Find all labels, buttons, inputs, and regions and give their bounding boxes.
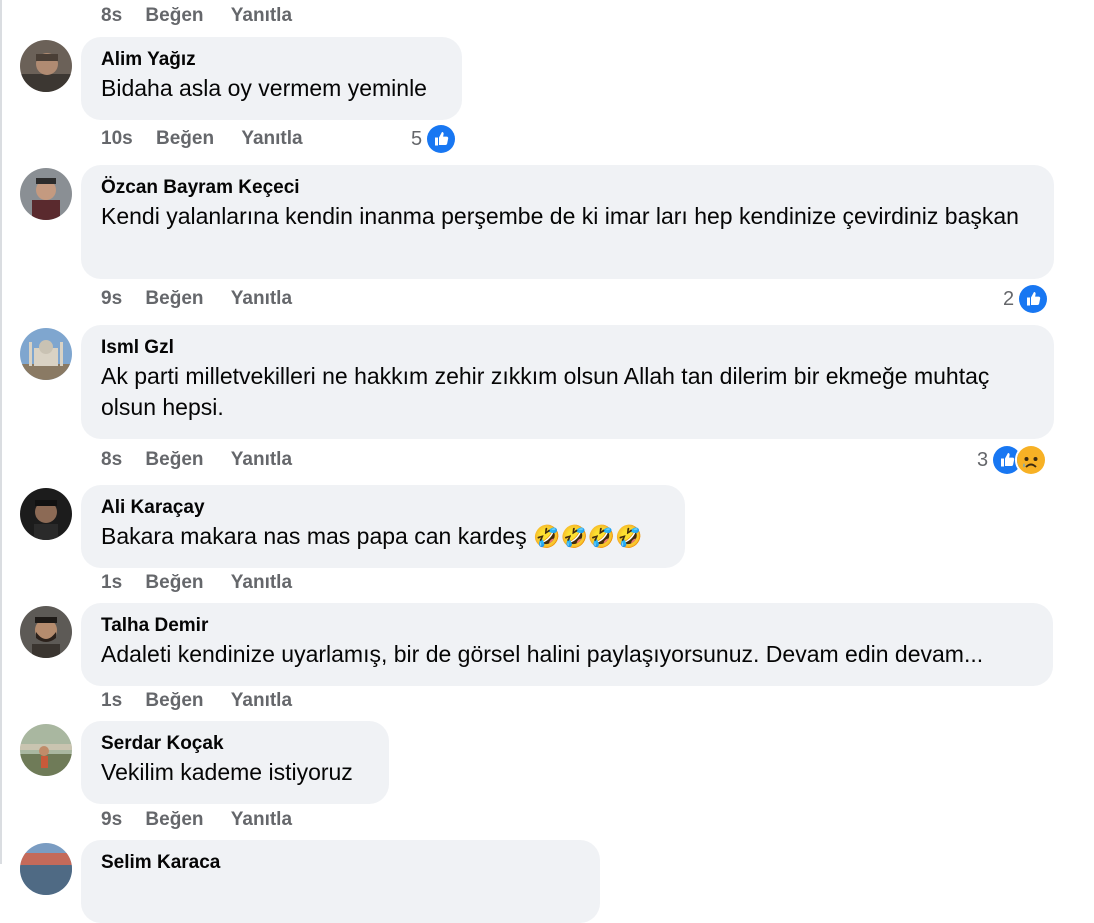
avatar[interactable] <box>20 168 72 220</box>
like-action[interactable]: Beğen <box>145 808 203 832</box>
like-icon <box>1017 283 1050 315</box>
comment-text: Bidaha asla oy vermem yeminle <box>101 75 427 101</box>
reaction-summary[interactable]: 3 <box>977 444 1048 476</box>
reply-action[interactable]: Yanıtla <box>231 689 292 713</box>
reaction-summary[interactable]: 2 <box>1003 283 1050 315</box>
comment-time[interactable]: 1s <box>101 571 122 595</box>
comment-time[interactable]: 10s <box>101 127 133 151</box>
reply-action[interactable]: Yanıtla <box>231 571 292 595</box>
comment-time[interactable]: 8s <box>101 448 122 472</box>
comment-bubble: Ali Karaçay Bakara makara nas mas papa c… <box>81 485 685 568</box>
comment-bubble: Serdar Koçak Vekilim kademe istiyoruz <box>81 721 389 804</box>
comment-time[interactable]: 9s <box>101 287 122 311</box>
comment-meta-top: 8s Beğen Yanıtla <box>101 4 314 28</box>
like-icon <box>425 123 458 155</box>
comment-time[interactable]: 1s <box>101 689 122 713</box>
comment-text: Vekilim kademe istiyoruz <box>101 759 353 785</box>
comment-time[interactable]: 9s <box>101 808 122 832</box>
reaction-count: 3 <box>977 448 989 471</box>
comment-author[interactable]: Alim Yağız <box>101 48 442 72</box>
comment-bubble: Isml Gzl Ak parti milletvekilleri ne hak… <box>81 325 1054 439</box>
comment-author[interactable]: Serdar Koçak <box>101 732 369 756</box>
reply-action[interactable]: Yanıtla <box>231 808 292 832</box>
sad-icon <box>1015 444 1048 476</box>
comment-meta: 1s Beğen Yanıtla <box>101 571 314 595</box>
like-action[interactable]: Beğen <box>145 448 203 472</box>
reaction-summary[interactable]: 5 <box>411 123 458 155</box>
comment-bubble: Selim Karaca <box>81 840 600 923</box>
comment-time[interactable]: 8s <box>101 4 122 28</box>
comment-meta: 8s Beğen Yanıtla <box>101 448 314 472</box>
comment-text-row: Bakara makara nas mas papa can kardeş 🤣🤣… <box>101 521 665 552</box>
avatar[interactable] <box>20 328 72 380</box>
avatar[interactable] <box>20 843 72 895</box>
reaction-count: 2 <box>1003 287 1015 310</box>
comment-meta: 10s Beğen Yanıtla <box>101 127 325 151</box>
like-action[interactable]: Beğen <box>145 287 203 311</box>
comment-meta: 9s Beğen Yanıtla <box>101 287 314 311</box>
reaction-count: 5 <box>411 127 423 150</box>
like-action[interactable]: Beğen <box>156 127 214 151</box>
avatar[interactable] <box>20 724 72 776</box>
comment-text: Adaleti kendinize uyarlamış, bir de görs… <box>101 641 984 667</box>
comment-meta: 1s Beğen Yanıtla <box>101 689 314 713</box>
page-left-border <box>0 0 2 864</box>
comment-author[interactable]: Selim Karaca <box>101 851 580 875</box>
avatar[interactable] <box>20 606 72 658</box>
comment-text: Bakara makara nas mas papa can kardeş <box>101 523 527 549</box>
like-action[interactable]: Beğen <box>145 689 203 713</box>
like-action[interactable]: Beğen <box>145 571 203 595</box>
comment-author[interactable]: Özcan Bayram Keçeci <box>101 176 1034 200</box>
comment-author[interactable]: Isml Gzl <box>101 336 1034 360</box>
comment-bubble: Talha Demir Adaleti kendinize uyarlamış,… <box>81 603 1053 686</box>
comment-text: Ak parti milletvekilleri ne hakkım zehir… <box>101 363 990 420</box>
avatar[interactable] <box>20 40 72 92</box>
comment-text: Kendi yalanlarına kendin inanma perşembe… <box>101 203 1019 229</box>
avatar[interactable] <box>20 488 72 540</box>
reply-action[interactable]: Yanıtla <box>231 448 292 472</box>
reply-action[interactable]: Yanıtla <box>231 287 292 311</box>
comment-bubble: Özcan Bayram Keçeci Kendi yalanlarına ke… <box>81 165 1054 279</box>
comment-author[interactable]: Talha Demir <box>101 614 1033 638</box>
comment-bubble: Alim Yağız Bidaha asla oy vermem yeminle <box>81 37 462 120</box>
laughing-emoji: 🤣🤣🤣🤣 <box>533 524 643 549</box>
reply-action[interactable]: Yanıtla <box>231 4 292 28</box>
like-action[interactable]: Beğen <box>145 4 203 28</box>
comment-author[interactable]: Ali Karaçay <box>101 496 665 520</box>
reply-action[interactable]: Yanıtla <box>241 127 302 151</box>
comment-meta: 9s Beğen Yanıtla <box>101 808 314 832</box>
